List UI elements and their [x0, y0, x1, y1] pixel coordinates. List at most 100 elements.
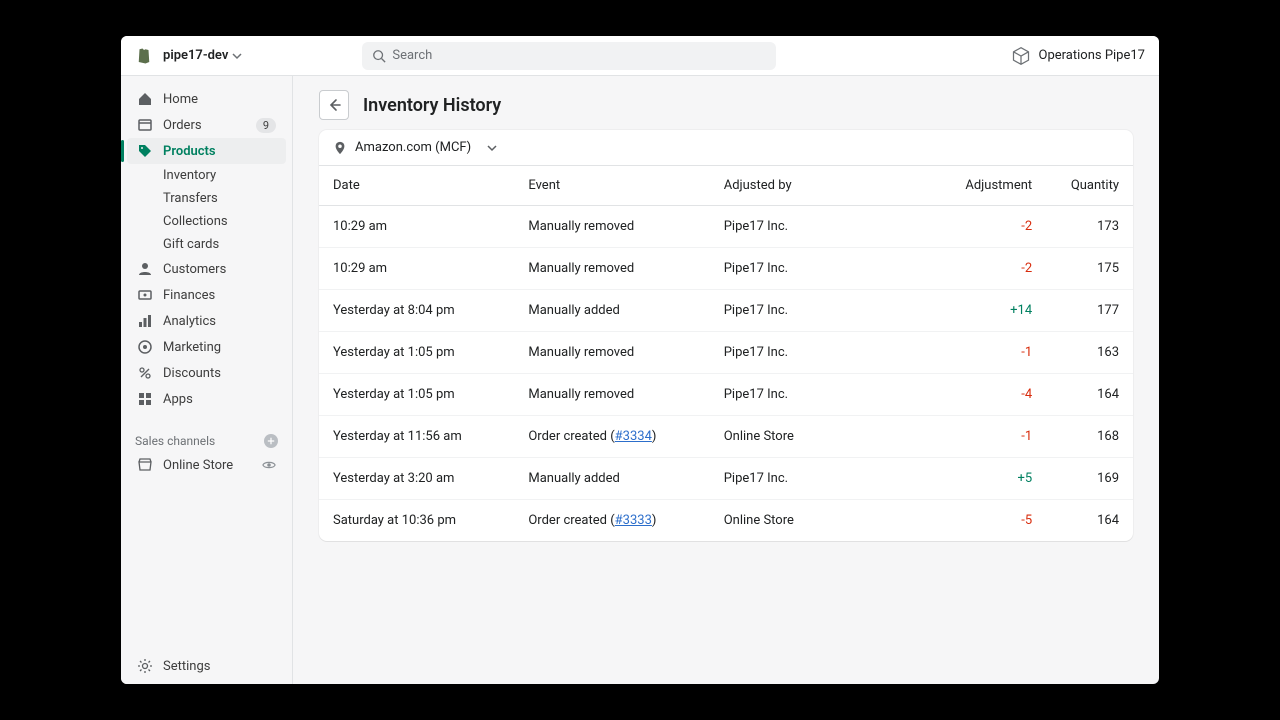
store-icon — [137, 457, 153, 473]
provider-switcher[interactable]: Operations Pipe17 — [1011, 46, 1145, 66]
col-header-event: Event — [514, 166, 709, 206]
sidebar-item-discounts[interactable]: Discounts — [127, 360, 286, 386]
sidebar-item-label: Orders — [163, 118, 202, 133]
cell-adjusted-by: Online Store — [710, 416, 927, 458]
cell-event: Order created (#3334) — [514, 416, 709, 458]
customers-icon — [137, 261, 153, 277]
eye-icon[interactable] — [262, 458, 276, 472]
sidebar-item-finances[interactable]: Finances — [127, 282, 286, 308]
cell-adjustment: +5 — [927, 458, 1046, 500]
cube-icon — [1011, 46, 1031, 66]
finances-icon — [137, 287, 153, 303]
location-selector[interactable]: Amazon.com (MCF) — [319, 130, 1133, 166]
cell-event: Manually added — [514, 290, 709, 332]
cell-quantity: 169 — [1046, 458, 1133, 500]
settings-label: Settings — [163, 659, 210, 674]
store-switcher[interactable]: pipe17-dev — [163, 48, 242, 63]
search-placeholder: Search — [392, 48, 432, 63]
search-input[interactable]: Search — [362, 42, 776, 70]
sidebar-item-label: Products — [163, 144, 216, 159]
cell-event: Manually added — [514, 458, 709, 500]
chevron-down-icon — [487, 143, 497, 153]
back-button[interactable] — [319, 90, 349, 120]
store-name: pipe17-dev — [163, 48, 228, 63]
sidebar-item-settings[interactable]: Settings — [121, 648, 292, 684]
table-row: Yesterday at 8:04 pmManually addedPipe17… — [319, 290, 1133, 332]
sales-channels-label: Sales channels — [135, 434, 215, 448]
sidebar-item-home[interactable]: Home — [127, 86, 286, 112]
cell-quantity: 175 — [1046, 248, 1133, 290]
cell-adjustment: -1 — [927, 332, 1046, 374]
cell-adjustment: +14 — [927, 290, 1046, 332]
inventory-history-card: Amazon.com (MCF) Date Event Adjusted by … — [319, 130, 1133, 541]
channel-label: Online Store — [163, 458, 233, 473]
sidebar-item-apps[interactable]: Apps — [127, 386, 286, 412]
cell-adjusted-by: Online Store — [710, 500, 927, 542]
cell-date: 10:29 am — [319, 248, 514, 290]
location-pin-icon — [333, 141, 347, 155]
sidebar-item-label: Marketing — [163, 340, 221, 355]
sidebar-item-label: Finances — [163, 288, 215, 303]
sidebar-subitem-transfers[interactable]: Transfers — [127, 187, 286, 210]
sidebar-item-label: Analytics — [163, 314, 216, 329]
cell-event: Manually removed — [514, 332, 709, 374]
add-channel-button[interactable] — [264, 434, 278, 448]
sidebar-subitem-inventory[interactable]: Inventory — [127, 164, 286, 187]
sidebar-subitem-collections[interactable]: Collections — [127, 210, 286, 233]
sales-channels-header: Sales channels — [121, 430, 292, 452]
search-icon — [372, 49, 386, 63]
cell-event: Order created (#3333) — [514, 500, 709, 542]
cell-adjustment: -1 — [927, 416, 1046, 458]
arrow-left-icon — [326, 97, 342, 113]
cell-date: 10:29 am — [319, 206, 514, 248]
sidebar-item-label: Home — [163, 92, 198, 107]
cell-date: Yesterday at 1:05 pm — [319, 374, 514, 416]
sidebar-item-marketing[interactable]: Marketing — [127, 334, 286, 360]
app-frame: pipe17-dev Search Operations Pipe17 Home… — [121, 36, 1159, 684]
cell-quantity: 177 — [1046, 290, 1133, 332]
provider-label: Operations Pipe17 — [1039, 48, 1145, 63]
sidebar-item-label: Customers — [163, 262, 226, 277]
channel-online-store[interactable]: Online Store — [121, 452, 292, 478]
table-row: 10:29 amManually removedPipe17 Inc.-2175 — [319, 248, 1133, 290]
inventory-history-table: Date Event Adjusted by Adjustment Quanti… — [319, 166, 1133, 541]
table-row: Yesterday at 1:05 pmManually removedPipe… — [319, 374, 1133, 416]
cell-adjusted-by: Pipe17 Inc. — [710, 458, 927, 500]
sidebar-subitem-giftcards[interactable]: Gift cards — [127, 233, 286, 256]
col-header-date: Date — [319, 166, 514, 206]
cell-adjusted-by: Pipe17 Inc. — [710, 290, 927, 332]
sidebar-item-orders[interactable]: Orders 9 — [127, 112, 286, 138]
table-row: Yesterday at 11:56 amOrder created (#333… — [319, 416, 1133, 458]
sidebar-item-label: Discounts — [163, 366, 221, 381]
cell-quantity: 163 — [1046, 332, 1133, 374]
cell-date: Saturday at 10:36 pm — [319, 500, 514, 542]
table-row: Saturday at 10:36 pmOrder created (#3333… — [319, 500, 1133, 542]
table-row: Yesterday at 1:05 pmManually removedPipe… — [319, 332, 1133, 374]
products-icon — [137, 143, 153, 159]
page-title: Inventory History — [363, 95, 501, 116]
order-link[interactable]: #3333 — [615, 513, 652, 528]
cell-adjusted-by: Pipe17 Inc. — [710, 248, 927, 290]
location-label: Amazon.com (MCF) — [355, 140, 471, 155]
main-content: Inventory History Amazon.com (MCF) Date … — [293, 76, 1159, 684]
sidebar-item-products[interactable]: Products — [127, 138, 286, 164]
plus-icon — [267, 437, 275, 445]
cell-adjusted-by: Pipe17 Inc. — [710, 206, 927, 248]
gear-icon — [137, 658, 153, 674]
order-link[interactable]: #3334 — [615, 429, 652, 444]
col-header-adjusted-by: Adjusted by — [710, 166, 927, 206]
col-header-adjustment: Adjustment — [927, 166, 1046, 206]
cell-adjusted-by: Pipe17 Inc. — [710, 332, 927, 374]
cell-event: Manually removed — [514, 206, 709, 248]
sidebar-item-analytics[interactable]: Analytics — [127, 308, 286, 334]
cell-quantity: 164 — [1046, 374, 1133, 416]
sidebar-item-customers[interactable]: Customers — [127, 256, 286, 282]
table-row: Yesterday at 3:20 amManually addedPipe17… — [319, 458, 1133, 500]
apps-icon — [137, 391, 153, 407]
sidebar: Home Orders 9 Products Inventory Transfe… — [121, 76, 293, 684]
marketing-icon — [137, 339, 153, 355]
cell-adjustment: -4 — [927, 374, 1046, 416]
cell-date: Yesterday at 11:56 am — [319, 416, 514, 458]
table-row: 10:29 amManually removedPipe17 Inc.-2173 — [319, 206, 1133, 248]
page-header: Inventory History — [319, 90, 1133, 120]
